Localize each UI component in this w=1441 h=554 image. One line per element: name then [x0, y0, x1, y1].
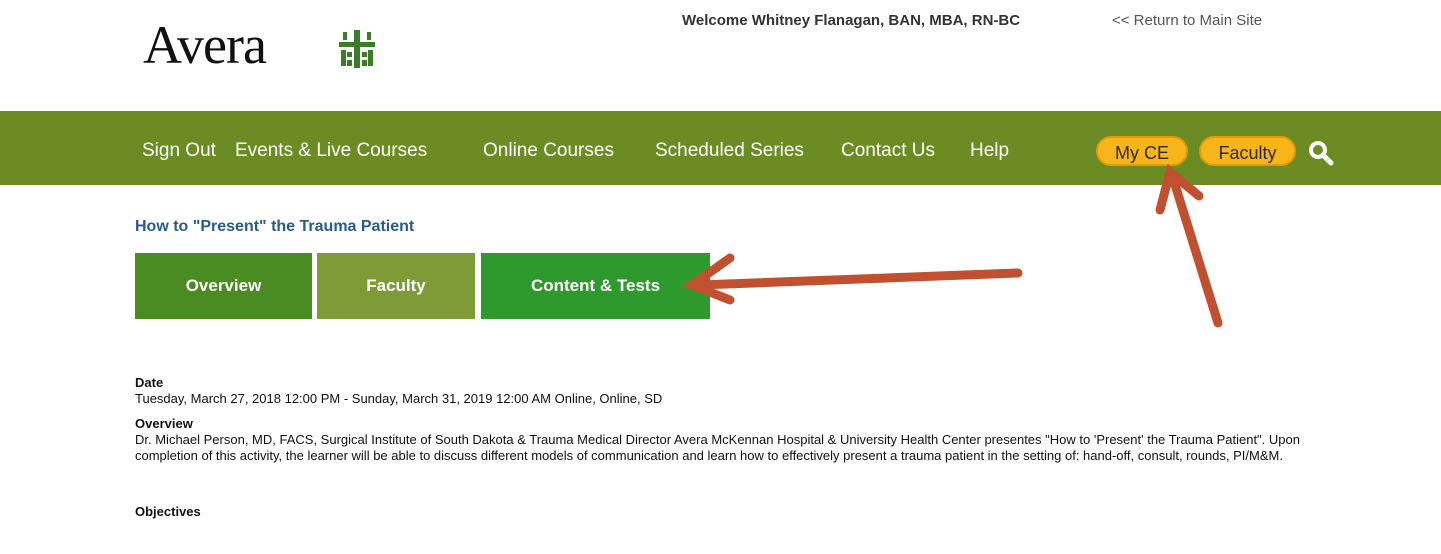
- avera-cross-icon: [339, 30, 375, 68]
- tab-overview[interactable]: Overview: [135, 253, 312, 319]
- faculty-button[interactable]: Faculty: [1199, 136, 1296, 166]
- overview-section: Overview Dr. Michael Person, MD, FACS, S…: [135, 416, 1365, 464]
- return-to-main-site-link[interactable]: << Return to Main Site: [1112, 12, 1262, 29]
- nav-help[interactable]: Help: [970, 140, 1009, 162]
- nav-scheduled-series[interactable]: Scheduled Series: [655, 140, 804, 162]
- logo-text: Avera: [143, 15, 267, 75]
- arrow-to-content-tests: [682, 253, 1023, 305]
- welcome-message: Welcome Whitney Flanagan, BAN, MBA, RN-B…: [682, 12, 1021, 29]
- objectives-section: Objectives: [135, 504, 201, 520]
- date-heading: Date: [135, 375, 164, 390]
- nav-sign-out[interactable]: Sign Out: [142, 140, 216, 162]
- tab-faculty[interactable]: Faculty: [317, 253, 475, 319]
- overview-heading: Overview: [135, 416, 193, 431]
- main-navigation: Sign Out Events & Live Courses Online Co…: [0, 111, 1441, 185]
- nav-online-courses[interactable]: Online Courses: [483, 140, 614, 162]
- nav-events-live-courses[interactable]: Events & Live Courses: [235, 140, 427, 162]
- course-title[interactable]: How to "Present" the Trauma Patient: [135, 218, 414, 236]
- date-text: Tuesday, March 27, 2018 12:00 PM - Sunda…: [135, 391, 663, 406]
- overview-text: Dr. Michael Person, MD, FACS, Surgical I…: [135, 432, 1300, 463]
- objectives-heading: Objectives: [135, 504, 201, 519]
- search-icon[interactable]: [1308, 140, 1334, 166]
- arrow-to-my-ce: [1155, 164, 1223, 328]
- my-ce-button[interactable]: My CE: [1096, 136, 1188, 166]
- tab-content-tests[interactable]: Content & Tests: [481, 253, 710, 319]
- nav-contact-us[interactable]: Contact Us: [841, 140, 935, 162]
- date-section: Date Tuesday, March 27, 2018 12:00 PM - …: [135, 375, 1365, 407]
- avera-logo[interactable]: Avera: [143, 14, 403, 76]
